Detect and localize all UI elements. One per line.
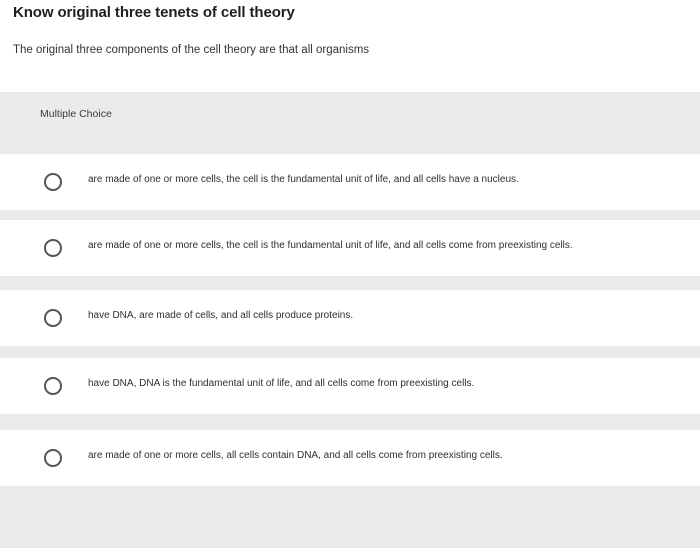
answer-option-label: have DNA, are made of cells, and all cel… — [88, 310, 354, 321]
answer-option-5[interactable]: are made of one or more cells, all cells… — [0, 430, 700, 486]
answer-option-label: are made of one or more cells, the cell … — [88, 174, 519, 185]
answer-option-label: are made of one or more cells, all cells… — [88, 450, 503, 461]
answer-panel: Multiple Choice are made of one or more … — [0, 92, 700, 548]
answer-option-label: are made of one or more cells, the cell … — [88, 240, 573, 251]
question-prompt: The original three components of the cel… — [13, 44, 370, 56]
answer-option-3[interactable]: have DNA, are made of cells, and all cel… — [0, 290, 700, 346]
answer-option-2[interactable]: are made of one or more cells, the cell … — [0, 220, 700, 276]
question-type-label: Multiple Choice — [40, 108, 112, 120]
page-title: Know original three tenets of cell theor… — [13, 4, 295, 21]
radio-button[interactable] — [44, 173, 62, 191]
quiz-page: Know original three tenets of cell theor… — [0, 0, 700, 548]
question-type-header: Multiple Choice — [0, 92, 700, 132]
answer-option-label: have DNA, DNA is the fundamental unit of… — [88, 378, 475, 389]
radio-button[interactable] — [44, 239, 62, 257]
answer-option-4[interactable]: have DNA, DNA is the fundamental unit of… — [0, 358, 700, 414]
radio-button[interactable] — [44, 449, 62, 467]
radio-button[interactable] — [44, 377, 62, 395]
radio-button[interactable] — [44, 309, 62, 327]
answer-option-1[interactable]: are made of one or more cells, the cell … — [0, 154, 700, 210]
